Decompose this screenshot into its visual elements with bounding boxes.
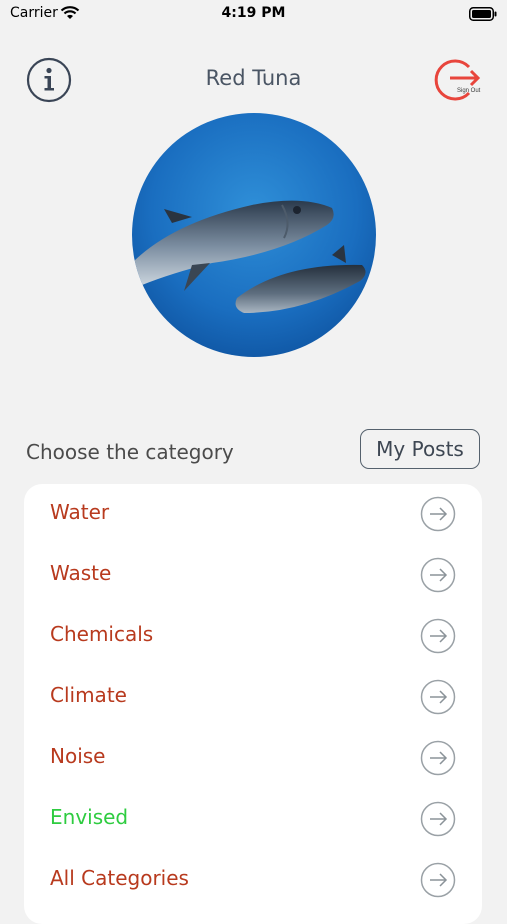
my-posts-button[interactable]: My Posts: [360, 429, 480, 469]
arrow-right-circle-icon: [420, 557, 456, 593]
status-bar: Carrier 4:19 PM: [0, 0, 507, 30]
category-label: All Categories: [50, 866, 189, 890]
arrow-right-circle-icon: [420, 618, 456, 654]
category-label: Chemicals: [50, 622, 154, 646]
category-label: Climate: [50, 683, 127, 707]
sign-out-icon: Sign Out: [434, 59, 481, 101]
avatar: [132, 113, 376, 357]
sign-out-label: Sign Out: [457, 88, 481, 94]
category-label: Noise: [50, 744, 106, 768]
category-item-all-categories[interactable]: All Categories: [24, 850, 482, 911]
sign-out-button[interactable]: Sign Out: [432, 57, 482, 103]
arrow-right-circle-icon: [420, 862, 456, 898]
category-item-chemicals[interactable]: Chemicals: [24, 606, 482, 667]
category-item-envised[interactable]: Envised: [24, 789, 482, 850]
tuna-photo: [132, 113, 376, 357]
arrow-right-circle-icon: [420, 679, 456, 715]
category-list: Water Waste Chemicals Climate Noise Envi…: [24, 484, 482, 924]
category-item-water[interactable]: Water: [24, 484, 482, 545]
category-label: Water: [50, 500, 110, 524]
status-time: 4:19 PM: [221, 5, 286, 21]
arrow-right-circle-icon: [420, 496, 456, 532]
page-title: Red Tuna: [205, 66, 302, 90]
arrow-right-circle-icon: [420, 740, 456, 776]
category-item-climate[interactable]: Climate: [24, 667, 482, 728]
category-label: Envised: [50, 805, 129, 829]
category-label: Waste: [50, 561, 112, 585]
arrow-right-circle-icon: [420, 801, 456, 837]
battery-icon: [469, 6, 497, 25]
category-item-waste[interactable]: Waste: [24, 545, 482, 606]
category-item-noise[interactable]: Noise: [24, 728, 482, 789]
choose-category-label: Choose the category: [26, 440, 234, 464]
